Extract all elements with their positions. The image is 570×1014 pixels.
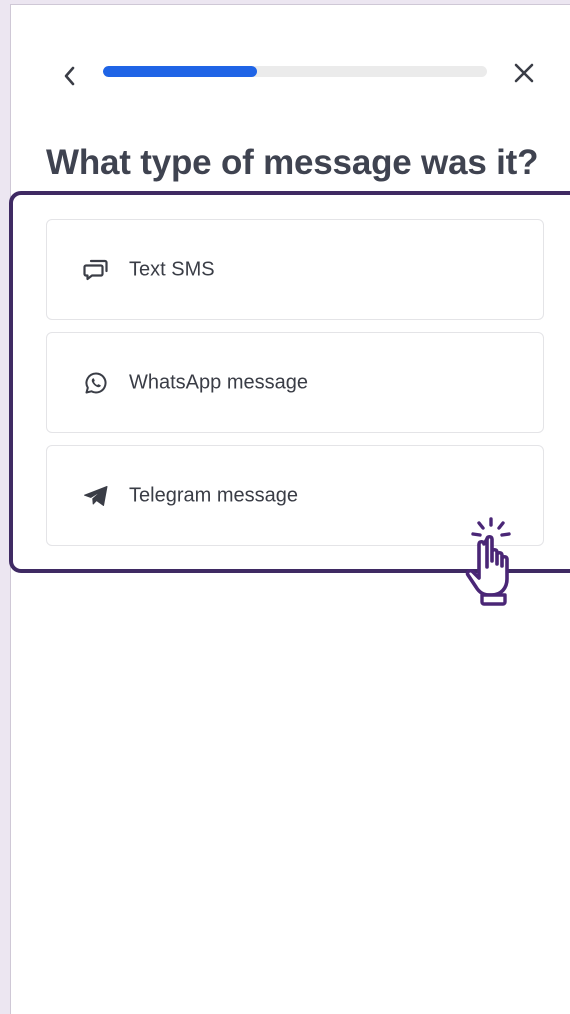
- highlight-frame: [9, 191, 570, 573]
- progress-fill: [103, 66, 257, 77]
- close-button[interactable]: [508, 57, 540, 89]
- chevron-left-icon: [64, 66, 75, 86]
- progress-bar: [103, 66, 487, 77]
- back-button[interactable]: [55, 61, 85, 91]
- close-icon: [514, 63, 534, 83]
- app-screen: What type of message was it? Text SMS Wh…: [9, 4, 570, 1014]
- page-title: What type of message was it?: [46, 143, 539, 182]
